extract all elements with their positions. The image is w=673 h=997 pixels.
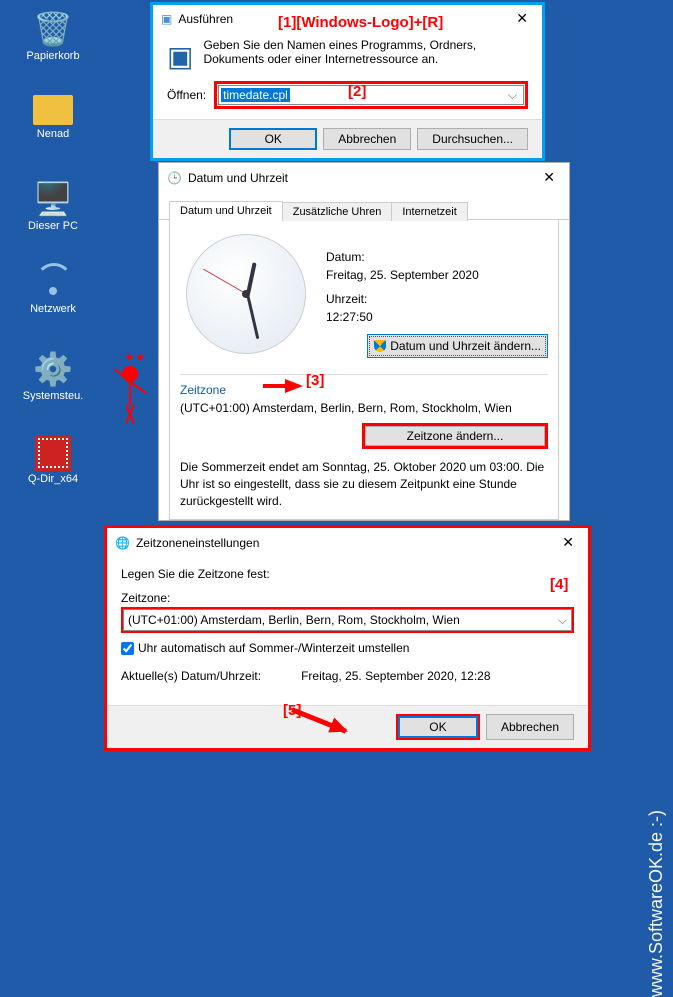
clock-icon: 🕒 xyxy=(167,171,182,185)
folder-icon xyxy=(33,95,73,125)
annotation-3: [3] xyxy=(306,372,324,389)
annotation-4: [4] xyxy=(550,576,568,593)
annotation-1: [1][Windows-Logo]+[R] xyxy=(278,14,443,31)
stickman-icon: ✦✦ xyxy=(110,366,150,436)
close-button[interactable]: ✕ xyxy=(556,534,580,551)
chevron-down-icon[interactable]: ⌵ xyxy=(502,88,523,103)
ok-button[interactable]: OK xyxy=(398,716,478,738)
desktop-icon-label: Dieser PC xyxy=(18,220,88,232)
timezone-text: (UTC+01:00) Amsterdam, Berlin, Bern, Rom… xyxy=(180,401,548,415)
timezone-header: Zeitzone xyxy=(180,383,548,397)
run-input-value: timedate.cpl xyxy=(221,88,290,102)
trash-icon: 🗑️ xyxy=(18,10,88,48)
close-button[interactable]: ✕ xyxy=(537,169,561,186)
current-datetime-value: Freitag, 25. September 2020, 12:28 xyxy=(301,669,490,683)
open-label: Öffnen: xyxy=(167,88,206,102)
time-value: 12:27:50 xyxy=(326,308,548,326)
qdir-icon xyxy=(35,435,71,471)
time-label: Uhrzeit: xyxy=(326,290,548,308)
browse-button[interactable]: Durchsuchen... xyxy=(417,128,528,150)
desktop-icon-qdir[interactable]: Q-Dir_x64 xyxy=(18,435,88,485)
watermark: www.SoftwareOK.de :-) xyxy=(646,810,667,997)
desktop-icon-label: Nenad xyxy=(18,128,88,140)
cancel-button[interactable]: Abbrechen xyxy=(486,714,574,740)
desktop-icon-user-folder[interactable]: Nenad xyxy=(18,95,88,140)
desktop-icon-recycle-bin[interactable]: 🗑️ Papierkorb xyxy=(18,10,88,62)
annotation-2: [2] xyxy=(348,83,366,100)
analog-clock xyxy=(186,234,306,354)
run-title-text: Ausführen xyxy=(178,12,233,26)
tab-additional-clocks[interactable]: Zusätzliche Uhren xyxy=(282,202,393,221)
cancel-button[interactable]: Abbrechen xyxy=(323,128,411,150)
timezone-combo-label: Zeitzone: xyxy=(121,591,574,605)
desktop-icon-network[interactable]: Netzwerk xyxy=(18,265,88,315)
timezone-settings-title-text: Zeitzoneneinstellungen xyxy=(136,536,259,550)
desktop-icon-this-pc[interactable]: 🖥️ Dieser PC xyxy=(18,180,88,232)
monitor-icon: 🖥️ xyxy=(18,180,88,218)
dst-info-text: Die Sommerzeit endet am Sonntag, 25. Okt… xyxy=(180,459,548,509)
desktop-icon-label: Q-Dir_x64 xyxy=(18,473,88,485)
timezone-settings-titlebar[interactable]: 🌐 Zeitzoneneinstellungen ✕ xyxy=(107,528,588,557)
tab-row: Datum und Uhrzeit Zusätzliche Uhren Inte… xyxy=(159,192,569,220)
timezone-combo[interactable]: (UTC+01:00) Amsterdam, Berlin, Bern, Rom… xyxy=(123,609,572,631)
timezone-prompt: Legen Sie die Zeitzone fest: xyxy=(121,567,574,581)
settings-icon: ⚙️ xyxy=(18,350,88,388)
globe-icon: 🌐 xyxy=(115,536,130,550)
date-label: Datum: xyxy=(326,248,548,266)
current-datetime-label: Aktuelle(s) Datum/Uhrzeit: xyxy=(121,669,261,683)
datetime-title-text: Datum und Uhrzeit xyxy=(188,171,288,185)
desktop-icon-control-panel[interactable]: ⚙️ Systemsteu. xyxy=(18,350,88,402)
shield-icon xyxy=(374,340,386,352)
ok-button[interactable]: OK xyxy=(229,128,317,150)
change-timezone-button[interactable]: Zeitzone ändern... xyxy=(365,426,545,446)
desktop-icon-label: Systemsteu. xyxy=(18,390,88,402)
chevron-down-icon[interactable]: ⌵ xyxy=(558,613,567,628)
tab-datetime[interactable]: Datum und Uhrzeit xyxy=(169,201,283,220)
tab-internet-time[interactable]: Internetzeit xyxy=(391,202,467,221)
change-datetime-button[interactable]: Datum und Uhrzeit ändern... xyxy=(367,334,548,358)
date-value: Freitag, 25. September 2020 xyxy=(326,266,548,284)
run-description: Geben Sie den Namen eines Programms, Ord… xyxy=(203,38,528,73)
run-input[interactable]: timedate.cpl ⌵ xyxy=(218,85,524,105)
close-button[interactable]: ✕ xyxy=(510,10,534,27)
datetime-dialog: 🕒 Datum und Uhrzeit ✕ Datum und Uhrzeit … xyxy=(158,162,570,521)
desktop-icon-label: Papierkorb xyxy=(18,50,88,62)
timezone-settings-dialog: 🌐 Zeitzoneneinstellungen ✕ Legen Sie die… xyxy=(104,525,591,751)
app-icon: ▣ xyxy=(161,12,172,26)
run-icon: ▣ xyxy=(167,40,193,73)
timezone-combo-value: (UTC+01:00) Amsterdam, Berlin, Bern, Rom… xyxy=(128,613,460,627)
dst-auto-checkbox[interactable] xyxy=(121,642,134,655)
desktop-icon-label: Netzwerk xyxy=(18,303,88,315)
arrow-icon xyxy=(285,379,303,393)
network-icon xyxy=(33,265,73,301)
datetime-titlebar[interactable]: 🕒 Datum und Uhrzeit ✕ xyxy=(159,163,569,192)
dst-auto-label: Uhr automatisch auf Sommer-/Winterzeit u… xyxy=(138,641,409,655)
